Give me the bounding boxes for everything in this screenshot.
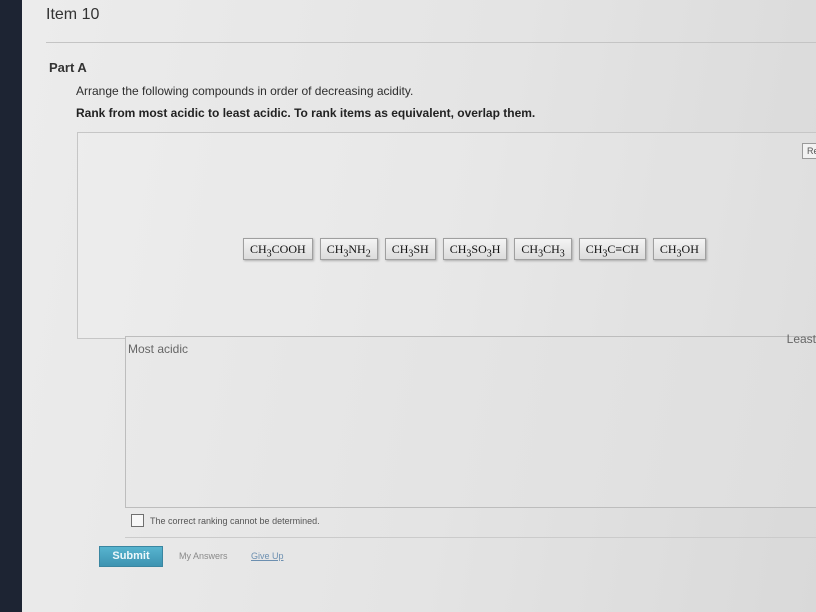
compound-tiles: CH3COOH CH3NH2 CH3SH CH3SO3H CH3CH3 CH3C≡CH CH…: [243, 238, 706, 260]
item-title: Item 10: [46, 6, 100, 23]
question-instruction: Arrange the following compounds in order…: [76, 84, 414, 98]
compound-tile[interactable]: CH3SO3H: [442, 238, 508, 260]
compound-tile[interactable]: CH3COOH: [243, 238, 313, 260]
my-answers-link[interactable]: My Answers: [179, 551, 228, 561]
ranking-drop-area[interactable]: [125, 336, 816, 508]
compound-tile[interactable]: CH3C≡CH: [578, 238, 646, 260]
cannot-determine-label: The correct ranking cannot be determined…: [150, 515, 320, 526]
compound-tile[interactable]: CH3SH: [384, 238, 436, 260]
divider: [125, 537, 816, 538]
ranking-note: Rank from most acidic to least acidic. T…: [76, 106, 536, 120]
divider: [46, 42, 816, 43]
most-acidic-label: Most acidic: [128, 342, 189, 356]
compound-tile[interactable]: CH3NH2: [319, 238, 378, 260]
least-acidic-label: Least: [786, 332, 816, 346]
compound-tile[interactable]: CH3OH: [652, 238, 706, 260]
part-label: Part A: [49, 60, 87, 75]
screen: Item 10 Part A Arrange the following com…: [22, 0, 816, 612]
cannot-determine-checkbox[interactable]: [131, 514, 144, 527]
submit-button[interactable]: Submit: [99, 546, 163, 567]
cannot-determine-row[interactable]: The correct ranking cannot be determined…: [131, 514, 320, 527]
compound-tile[interactable]: CH3CH3: [514, 238, 572, 260]
reset-button[interactable]: Re: [802, 143, 816, 159]
give-up-link[interactable]: Give Up: [251, 551, 284, 561]
compound-pool: [77, 132, 816, 339]
